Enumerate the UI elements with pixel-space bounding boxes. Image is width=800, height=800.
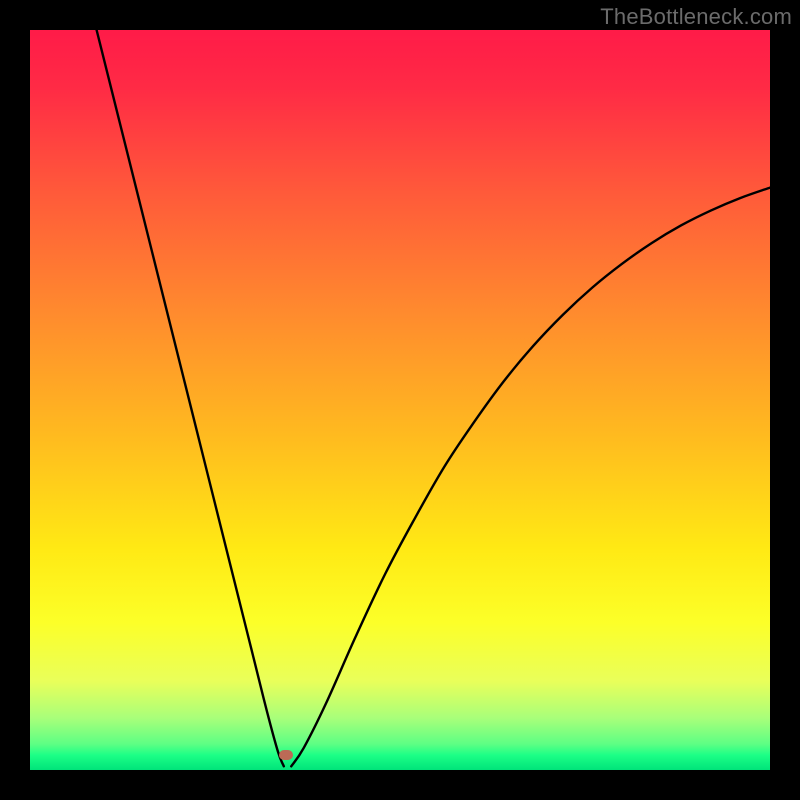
optimum-marker <box>279 750 293 760</box>
curve-left-branch <box>97 30 284 766</box>
watermark-text: TheBottleneck.com <box>600 4 792 30</box>
chart-frame: TheBottleneck.com <box>0 0 800 800</box>
bottleneck-curve-svg <box>30 30 770 770</box>
curve-right-branch <box>291 188 770 767</box>
